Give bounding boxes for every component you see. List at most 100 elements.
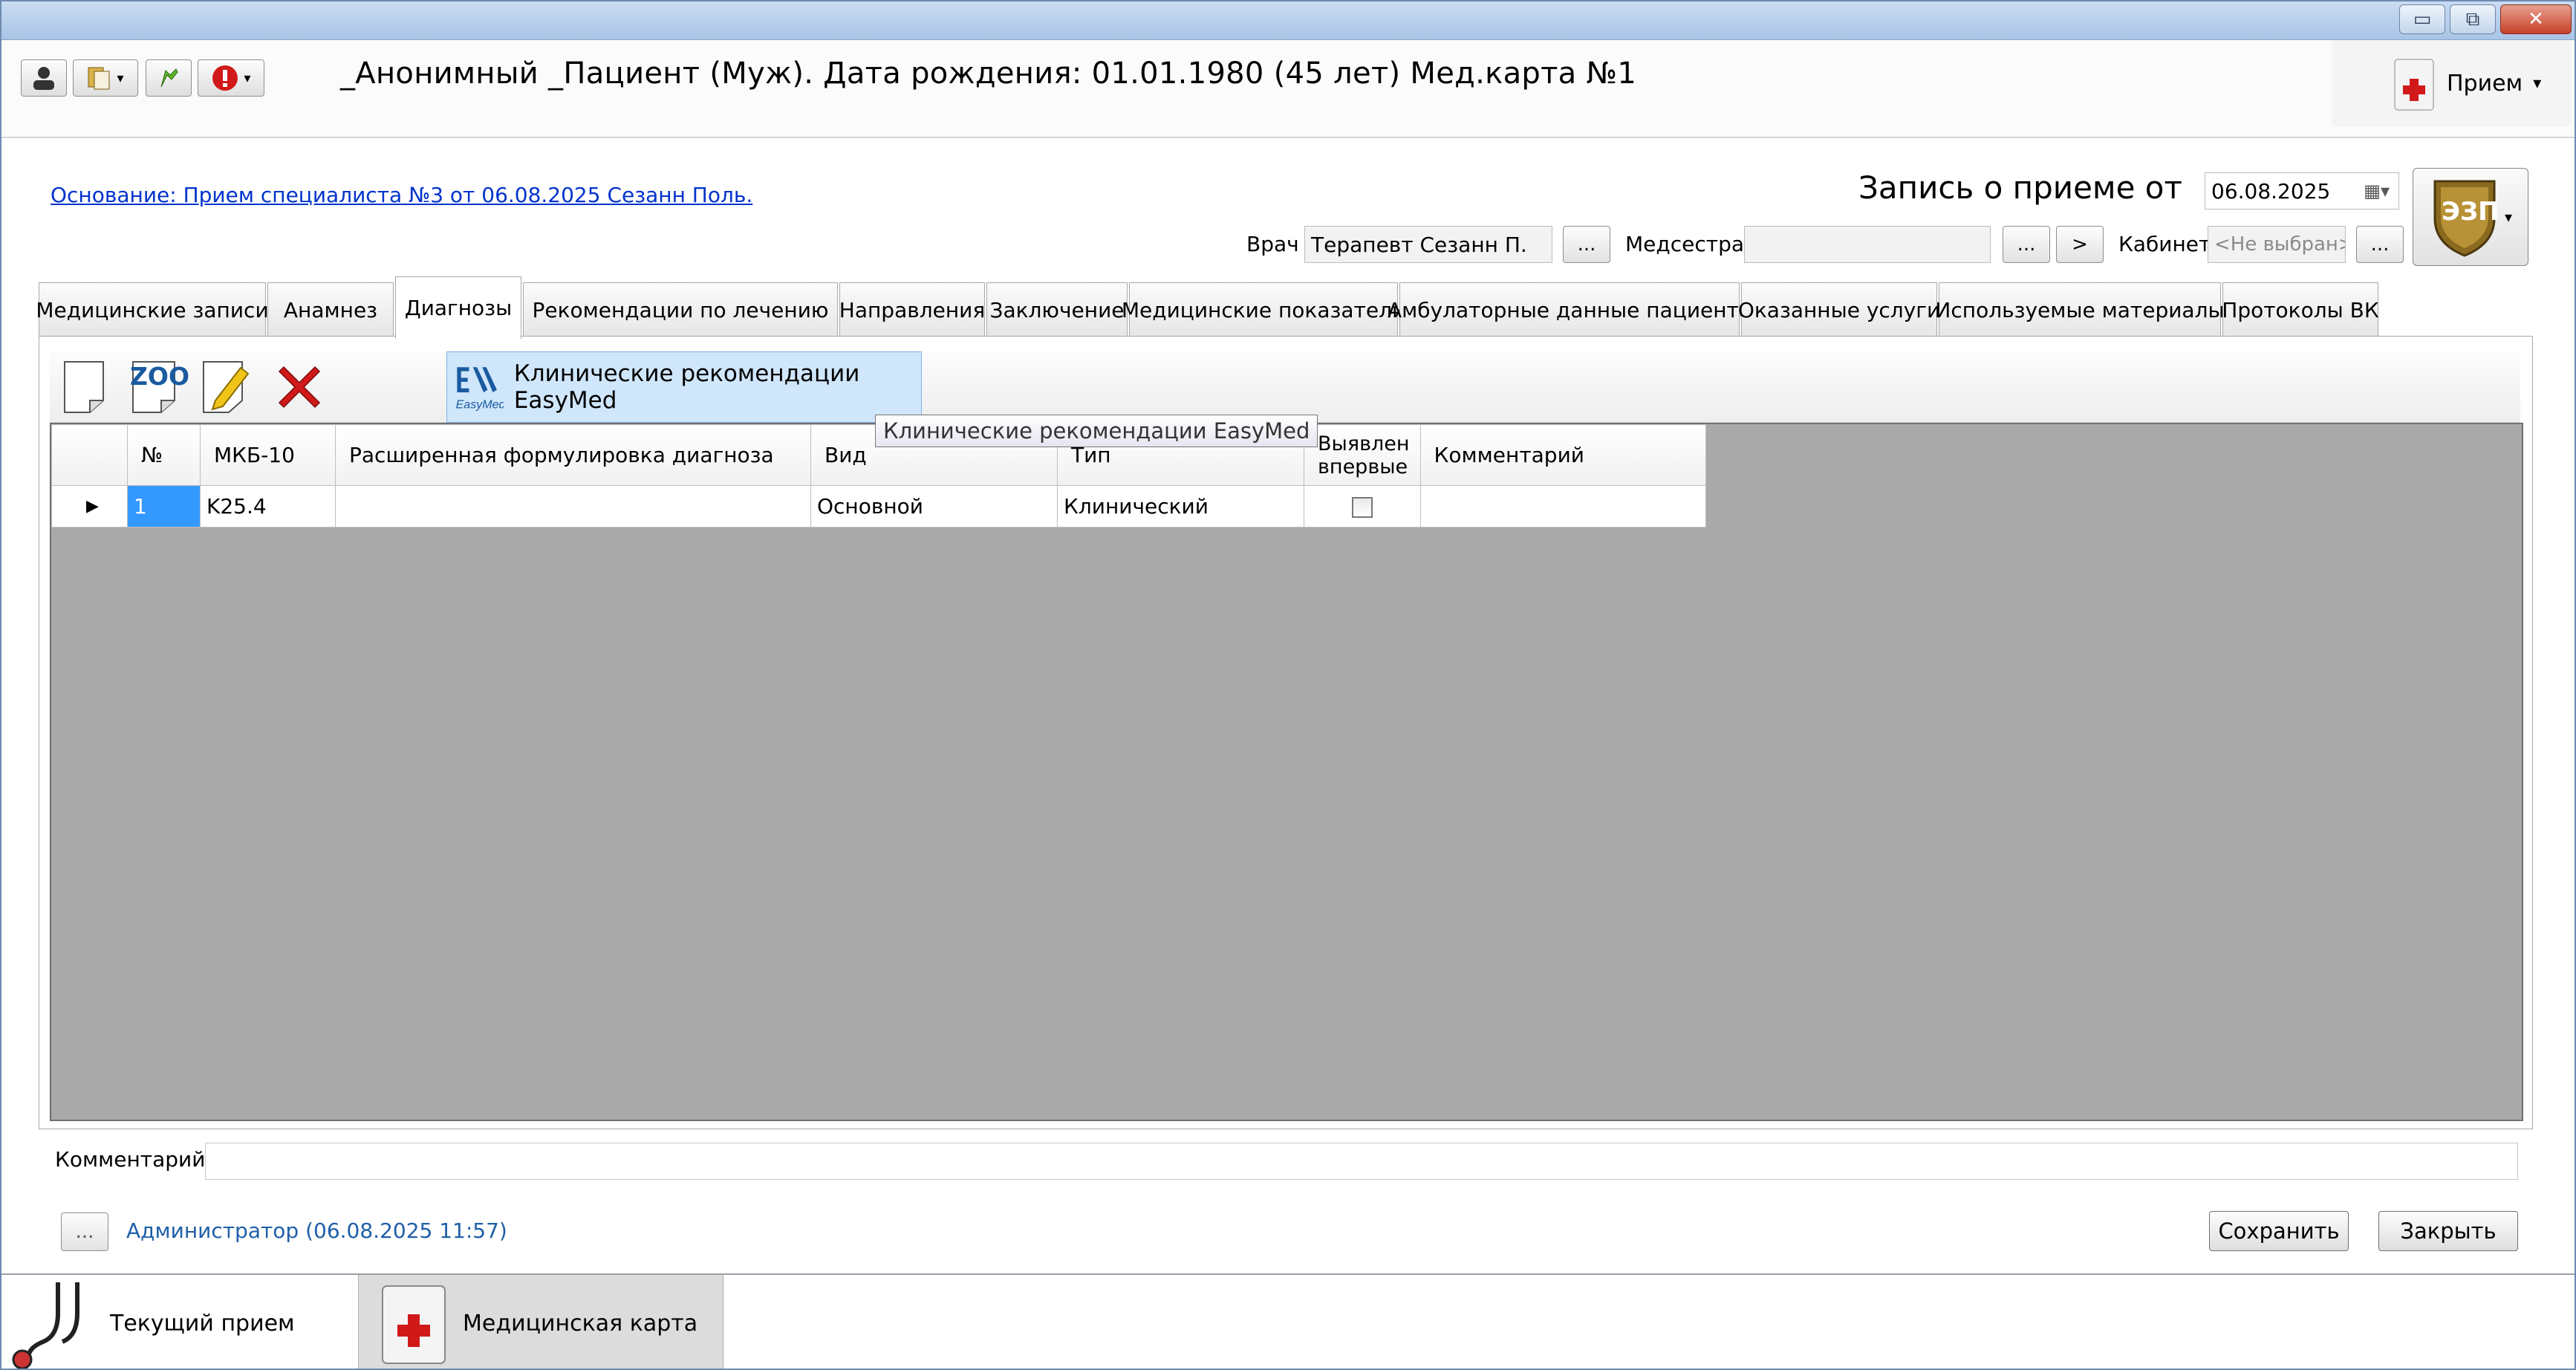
diagnoses-toolbar: ZOO EasyMed Клинические рекомендации Eas… [50,351,2520,423]
column-header-num[interactable]: № [127,424,201,486]
ezp-label: ЭЗП [2442,197,2499,227]
tab-vk-protocols[interactable]: Протоколы ВК [2222,282,2379,337]
medical-card-icon [2394,59,2434,111]
tab-ambulatory-data[interactable]: Амбулаторные данные пациента [1388,282,1752,337]
tab-referrals[interactable]: Направления [839,282,985,337]
zoo-label: ZOO [130,362,190,391]
tab-medical-records[interactable]: Медицинские записи [36,282,269,337]
vrach-label: Врач [1246,232,1299,256]
diagnoses-panel: ZOO EasyMed Клинические рекомендации Eas… [39,336,2533,1129]
minimize-icon: ▭ [2413,8,2432,30]
easymed-label: Клинические рекомендации EasyMed [513,360,860,414]
alert-menu-button[interactable]: ▾ [198,59,264,97]
new-diagnosis-button[interactable] [57,357,111,417]
calendar-icon[interactable]: ▦▾ [2364,181,2390,201]
patient-button[interactable] [21,59,67,97]
medsestra-label: Медсестра [1625,232,1745,256]
patient-title: _Анонимный _Пациент (Муж). Дата рождения… [340,56,1637,91]
table-row[interactable]: ▶ 1 K25.4 Основной Клинический [51,485,1706,527]
row-header-corner [51,424,128,486]
date-picker[interactable]: 06.08.2025 ▦▾ [2205,172,2399,210]
tab-label: Используемые материалы [1935,297,2225,322]
documents-menu-button[interactable]: ▾ [73,59,138,97]
tab-services[interactable]: Оказанные услуги [1737,282,1941,337]
close-button[interactable]: Закрыть [2378,1211,2518,1251]
tab-label: Текущий прием [110,1310,295,1337]
chevron-down-icon: ▾ [117,70,124,86]
tab-medical-indicators[interactable]: Медицинские показатели [1122,282,1405,337]
first-detected-checkbox[interactable] [1351,497,1373,518]
close-window-button[interactable]: ✕ [2500,4,2572,34]
author-info: Администратор (06.08.2025 11:57) [126,1218,507,1243]
main-window: ▭ ⧉ ✕ ▾ ▾ _Анонимный _Пациент (Муж). Дат… [0,0,2576,1370]
easymed-tooltip: Клинические рекомендации EasyMed [875,415,1318,447]
cell-vid[interactable]: Основной [810,485,1058,527]
tab-recommendations[interactable]: Рекомендации по лечению [523,282,838,337]
zapis-label: Запись о приеме от [1858,169,2182,206]
medical-card-icon [382,1285,446,1364]
author-details-button[interactable]: ... [61,1212,108,1251]
cell-comment[interactable] [1419,485,1706,527]
chevron-down-icon: ▾ [244,70,251,86]
alert-icon [212,65,238,91]
easymed-button[interactable]: EasyMed Клинические рекомендации EasyMed [446,351,922,423]
medsestra-select-button[interactable]: ... [2003,226,2050,263]
tab-materials[interactable]: Используемые материалы [1935,282,2225,337]
vrach-select-button[interactable]: ... [1563,226,1610,263]
vrach-field[interactable]: Терапевт Сезанн П. [1304,226,1552,263]
edit-diagnosis-button[interactable] [198,357,252,417]
zoo-button[interactable]: ZOO [127,357,189,417]
tab-label: Заключение [989,297,1125,322]
documents-icon [88,67,110,90]
row-selector-icon[interactable]: ▶ [51,485,128,527]
priem-menu-button[interactable]: Прием ▾ [2332,40,2572,126]
comment-field[interactable] [205,1143,2518,1180]
tab-anamnesis[interactable]: Анамнез [267,282,394,337]
chevron-down-icon: ▾ [2533,74,2542,93]
cell-tip[interactable]: Клинический [1057,485,1304,527]
edit-pencil-icon [203,361,250,413]
tab-label: Медицинские показатели [1121,297,1406,322]
user-icon [33,67,54,90]
restore-button[interactable]: ⧉ [2450,4,2496,34]
cell-formulation[interactable] [335,485,811,527]
stethoscope-icon [12,1282,79,1369]
cell-mkb[interactable]: K25.4 [200,485,336,527]
tab-label: Рекомендации по лечению [532,297,829,322]
ezp-menu-button[interactable]: ЭЗП ▾ [2413,168,2528,266]
tab-current-visit[interactable]: Текущий прием [1,1275,357,1369]
chevron-down-icon: ▾ [2504,208,2513,226]
cell-num[interactable]: 1 [127,485,201,527]
column-header-formulation[interactable]: Расширенная формулировка диагноза [335,424,811,486]
medsestra-next-button[interactable]: > [2056,226,2104,263]
column-header-first-detected[interactable]: Выявлен впервые [1304,424,1421,486]
column-header-comment[interactable]: Комментарий [1419,424,1706,486]
easymed-logo-icon: EasyMed [456,367,504,412]
kabinet-field[interactable]: <Не выбран> [2208,226,2346,263]
close-icon: ✕ [2528,8,2544,30]
tab-label: Протоколы ВК [2222,297,2379,322]
tab-label: Медицинские записи [36,297,269,322]
date-value: 06.08.2025 [2211,178,2331,204]
osnovanie-link[interactable]: Основание: Прием специалиста №3 от 06.08… [51,183,752,207]
delete-x-icon [278,366,321,409]
tab-label: Амбулаторные данные пациента [1388,297,1752,322]
medsestra-field[interactable] [1744,226,1991,263]
new-document-icon [64,361,104,413]
column-header-mkb[interactable]: МКБ-10 [200,424,336,486]
delete-diagnosis-button[interactable] [273,357,326,417]
tab-medical-card[interactable]: Медицинская карта [358,1275,723,1369]
refresh-button[interactable] [146,59,192,97]
tab-diagnoses[interactable]: Диагнозы [395,276,521,339]
restore-icon: ⧉ [2465,7,2480,30]
kabinet-select-button[interactable]: ... [2356,226,2404,263]
tab-label: Оказанные услуги [1737,297,1941,322]
green-arrow-icon [160,68,178,88]
title-bar: ▭ ⧉ ✕ [1,1,2575,40]
save-button[interactable]: Сохранить [2209,1211,2349,1251]
patient-header: ▾ ▾ _Анонимный _Пациент (Муж). Дата рожд… [1,40,2575,138]
tab-conclusion[interactable]: Заключение [986,282,1128,337]
cell-first-detected[interactable] [1304,485,1421,527]
tab-label: Направления [839,297,986,322]
minimize-button[interactable]: ▭ [2399,4,2445,34]
